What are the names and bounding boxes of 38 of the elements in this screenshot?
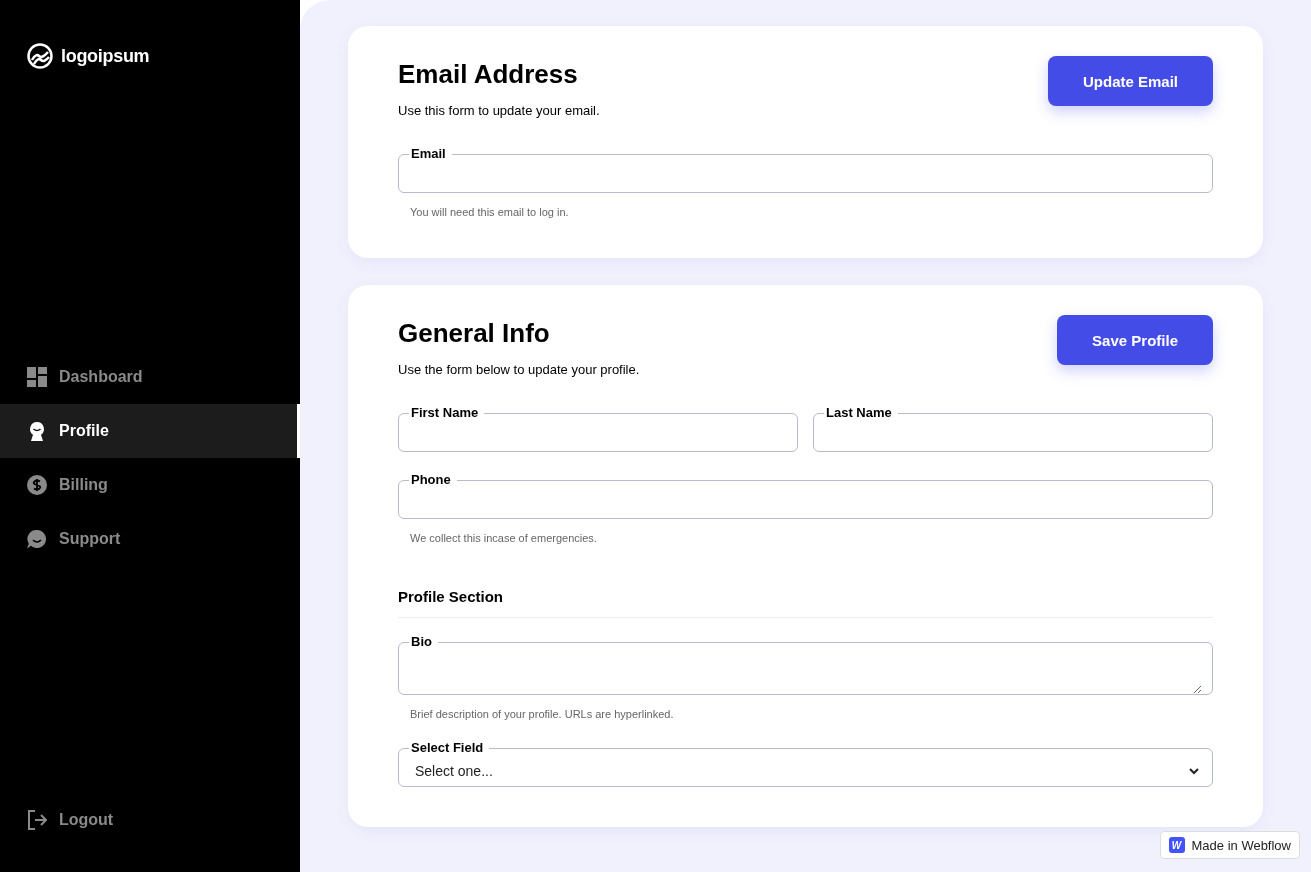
- field-label: Bio: [410, 634, 433, 650]
- nav-item[interactable]: Profile: [0, 404, 300, 458]
- hint-text: Brief description of your profile. URLs are hyperlinked.: [410, 708, 675, 720]
- card-title: Email Address: [398, 58, 579, 90]
- hint-text: We collect this incase of emergencies.: [410, 532, 598, 544]
- nav-item[interactable]: Support: [0, 512, 300, 566]
- field-label: First Name: [410, 405, 480, 421]
- exit-icon: [27, 810, 47, 830]
- chat-bubble-icon: [27, 529, 47, 549]
- section-heading: Profile Section: [398, 588, 504, 605]
- badge-text: Made in Webflow: [1191, 837, 1291, 853]
- field-label: Last Name: [825, 405, 893, 421]
- submit-button[interactable]: Update Email: [1047, 56, 1213, 106]
- webflow-badge[interactable]: W Made in Webflow: [1159, 831, 1300, 859]
- field-label: Phone: [410, 472, 452, 488]
- logo-icon: [27, 43, 53, 69]
- field-label: Email: [410, 146, 447, 162]
- card-title: General Info: [398, 317, 551, 349]
- dropdown[interactable]: Select one...: [409, 762, 1202, 780]
- select-field[interactable]: Select Field Select one...: [398, 740, 1213, 787]
- hint-text: You will need this email to log in.: [410, 206, 570, 218]
- nav-item[interactable]: Dashboard: [0, 350, 300, 404]
- card-subtitle: Use this form to update your email.: [398, 103, 600, 118]
- logout-link[interactable]: Logout: [0, 793, 300, 847]
- nav-item[interactable]: Billing: [0, 458, 300, 512]
- input-field[interactable]: Phone: [398, 472, 1213, 519]
- input-field[interactable]: Email: [398, 146, 1213, 193]
- input-field[interactable]: First Name: [398, 405, 798, 452]
- input-field[interactable]: Last Name: [813, 405, 1213, 452]
- badge-logo: W: [1168, 837, 1185, 853]
- dollar-icon: [27, 475, 47, 495]
- submit-button[interactable]: Save Profile: [1057, 315, 1213, 365]
- card-subtitle: Use the form below to update your profile.: [398, 362, 640, 377]
- field-label: Select Field: [410, 740, 485, 756]
- dashboard-icon: [27, 367, 47, 387]
- user-icon: [27, 421, 47, 441]
- brand-name: logoipsum: [61, 45, 150, 67]
- bio-field[interactable]: Bio: [398, 634, 1213, 695]
